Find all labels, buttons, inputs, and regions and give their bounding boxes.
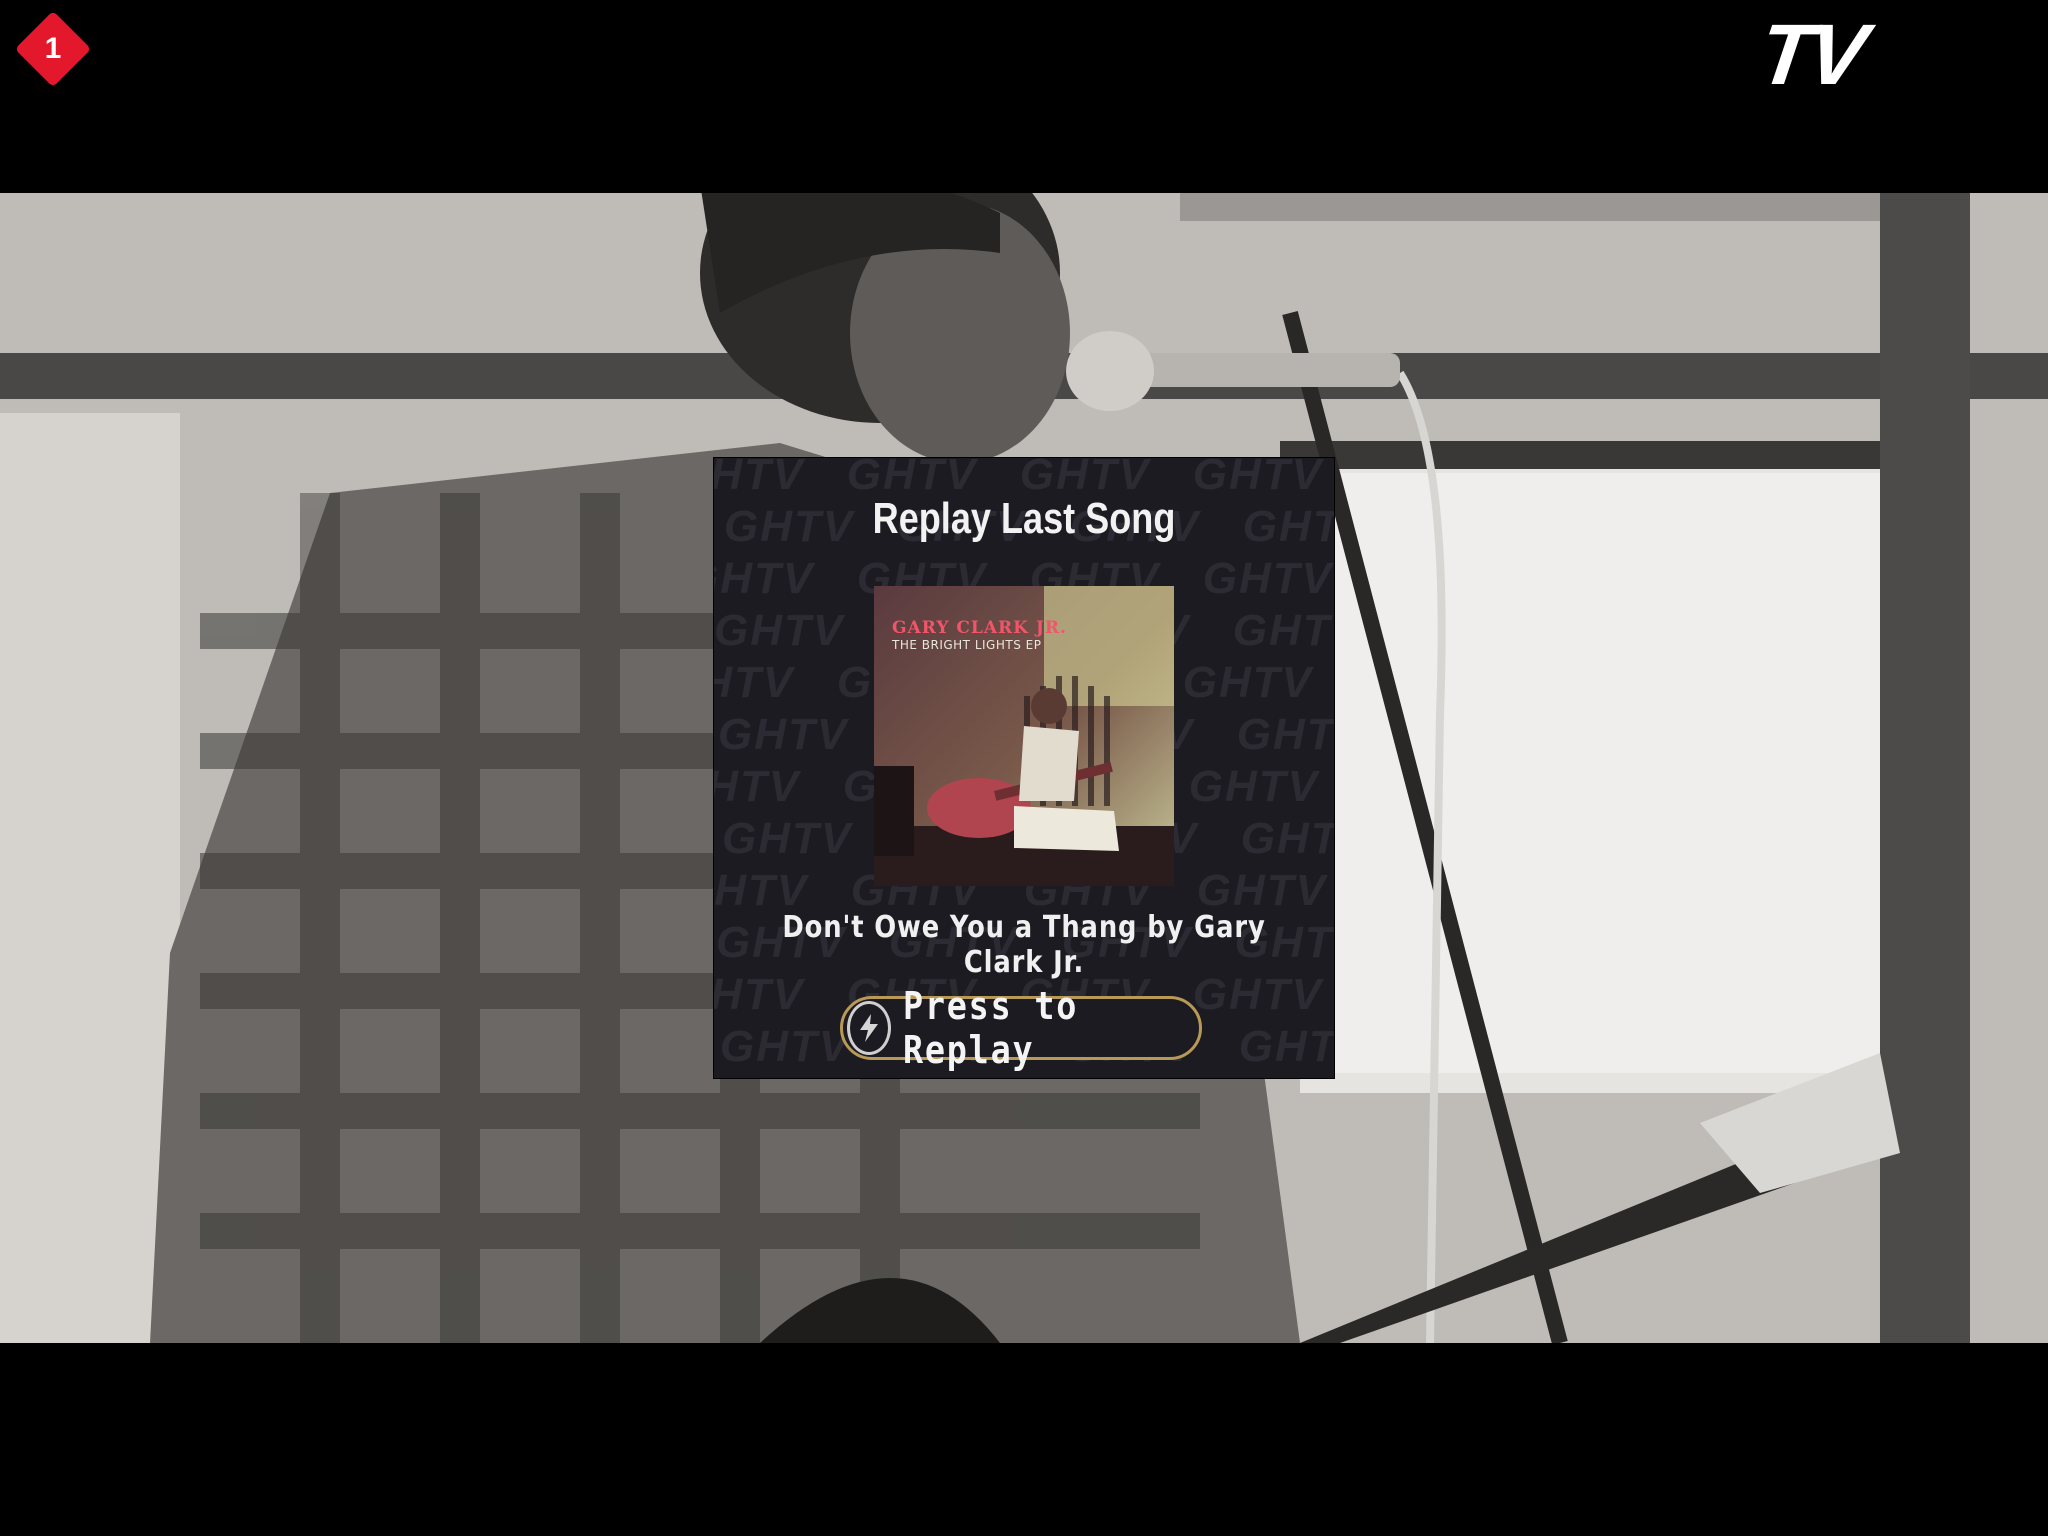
replay-button[interactable]: Press to Replay: [840, 984, 1202, 1072]
dialog-title: Replay Last Song: [872, 494, 1176, 543]
album-cover: GARY CLARK JR. THE BRIGHT LIGHTS EP: [874, 586, 1174, 886]
player-number: 1: [44, 32, 62, 65]
ghtv-logo: TV: [1753, 7, 1869, 103]
replay-last-song-dialog: GHTV GHTV GHTV GHTV GHTV GHTV GHTV GHTV …: [714, 458, 1334, 1078]
game-screen: 1 TV TV GHTV GHTV GHTV GHTV GHTV GHTV GH…: [0, 0, 2048, 1536]
album-release-label: THE BRIGHT LIGHTS EP: [892, 638, 1042, 652]
lightning-bolt-icon: [847, 1001, 892, 1055]
song-title-artist: Don't Owe You a Thang by Gary Clark Jr.: [782, 910, 1266, 980]
album-artist-label: GARY CLARK JR.: [892, 618, 1067, 638]
replay-button-label: Press to Replay: [903, 984, 1079, 1072]
lightning-bolt-glyph: [860, 1014, 879, 1042]
